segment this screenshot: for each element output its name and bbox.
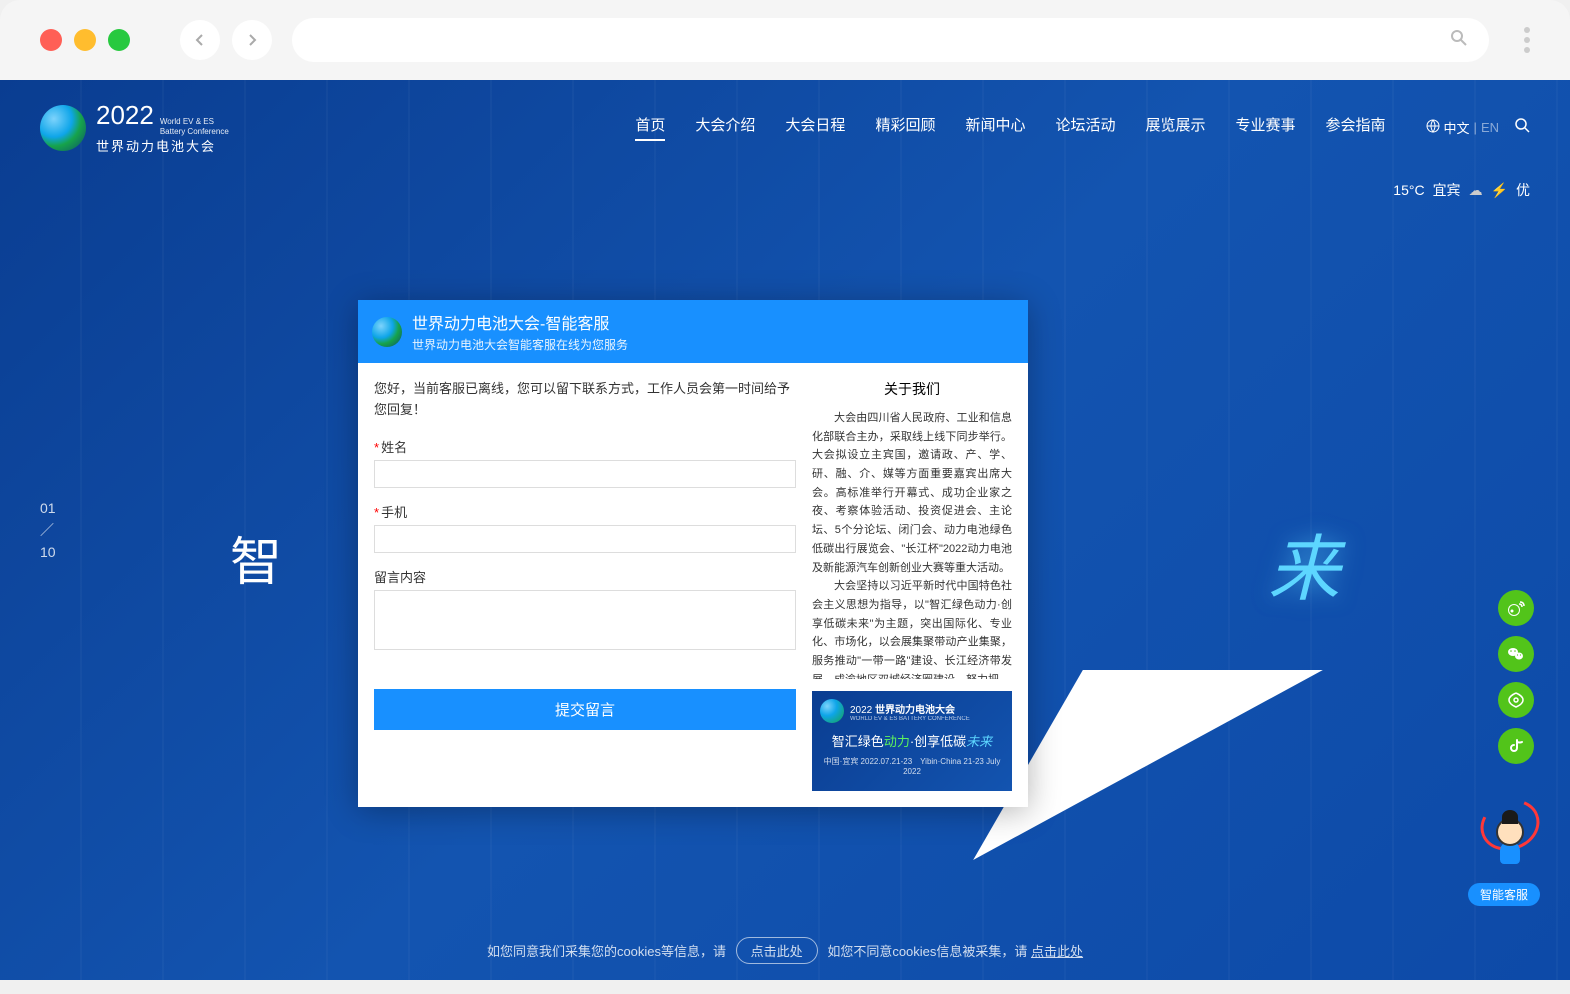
wechat-icon[interactable]	[1498, 636, 1534, 672]
weather-widget: 15°C 宜宾 ☁ ⚡ 优	[1393, 180, 1530, 200]
nav-schedule[interactable]: 大会日程	[785, 114, 845, 141]
logo-year: 2022	[96, 100, 154, 131]
nav-exhibition[interactable]: 展览展示	[1145, 114, 1205, 141]
cookie-accept-button[interactable]: 点击此处	[736, 937, 818, 964]
about-sidebar: 关于我们 大会由四川省人民政府、工业和信息化部联合主办，采取线上线下同步举行。大…	[812, 379, 1012, 791]
chat-trigger-button[interactable]: 智能客服	[1468, 883, 1540, 906]
url-bar[interactable]	[292, 18, 1489, 62]
slide-current: 01	[40, 500, 56, 516]
maximize-window-icon[interactable]	[108, 29, 130, 51]
browser-menu-icon[interactable]	[1524, 27, 1530, 53]
label-message: 留言内容	[374, 567, 796, 586]
hero-text-left: 智	[230, 520, 282, 595]
weather-temp: 15°C	[1393, 182, 1424, 198]
minimize-window-icon[interactable]	[74, 29, 96, 51]
weibo-icon[interactable]	[1498, 590, 1534, 626]
header-search-icon[interactable]	[1514, 117, 1530, 138]
nav-news[interactable]: 新闻中心	[965, 114, 1025, 141]
logo-orb-icon	[40, 105, 86, 151]
about-title: 关于我们	[812, 379, 1012, 399]
logo-cn: 世界动力电池大会	[96, 136, 229, 155]
weather-quality: 优	[1516, 180, 1530, 200]
search-icon	[1449, 28, 1469, 53]
promo-date: 中国·宜宾 2022.07.21-23 Yibin·China 21-23 Ju…	[820, 756, 1004, 776]
forward-button[interactable]	[232, 20, 272, 60]
logo-en: World EV & ESBattery Conference	[160, 117, 229, 136]
modal-logo-icon	[372, 317, 402, 347]
logo[interactable]: 2022 World EV & ESBattery Conference 世界动…	[40, 100, 229, 155]
cookie-text-2: 如您不同意cookies信息被采集，请	[827, 944, 1027, 959]
cookie-bar: 如您同意我们采集您的cookies等信息，请 点击此处 如您不同意cookies…	[0, 937, 1570, 964]
weather-city: 宜宾	[1433, 180, 1461, 200]
about-body: 大会由四川省人民政府、工业和信息化部联合主办，采取线上线下同步举行。大会拟设立主…	[812, 409, 1012, 679]
language-switch[interactable]: 中文 | EN	[1426, 118, 1499, 137]
nav-intro[interactable]: 大会介绍	[695, 114, 755, 141]
social-sidebar	[1498, 590, 1534, 764]
site-header: 2022 World EV & ESBattery Conference 世界动…	[0, 80, 1570, 175]
app-icon[interactable]	[1498, 682, 1534, 718]
douyin-icon[interactable]	[1498, 728, 1534, 764]
cookie-decline-link[interactable]: 点击此处	[1031, 944, 1083, 959]
promo-logo-icon	[820, 699, 844, 723]
lightning-icon: ⚡	[1491, 182, 1508, 199]
traffic-lights	[40, 29, 130, 51]
hero-text-right: 来	[1268, 510, 1340, 615]
cookie-text-1: 如您同意我们采集您的cookies等信息，请	[487, 944, 726, 959]
form-intro: 您好，当前客服已离线，您可以留下联系方式，工作人员会第一时间给予您回复！	[374, 379, 796, 421]
contact-form: 您好，当前客服已离线，您可以留下联系方式，工作人员会第一时间给予您回复！ *姓名…	[374, 379, 796, 791]
submit-button[interactable]: 提交留言	[374, 689, 796, 730]
label-name: *姓名	[374, 437, 796, 456]
phone-input[interactable]	[374, 525, 796, 553]
slide-counter: 01 ／ 10	[40, 500, 56, 560]
message-input[interactable]	[374, 590, 796, 650]
lang-en: EN	[1481, 120, 1499, 135]
promo-slogan: 智汇绿色动力·创享低碳未来	[820, 731, 1004, 750]
nav-forum[interactable]: 论坛活动	[1055, 114, 1115, 141]
cloud-icon: ☁	[1469, 182, 1483, 199]
back-button[interactable]	[180, 20, 220, 60]
close-window-icon[interactable]	[40, 29, 62, 51]
promo-banner: 2022 世界动力电池大会 WORLD EV & ES BATTERY CONF…	[812, 691, 1012, 791]
main-nav: 首页 大会介绍 大会日程 精彩回顾 新闻中心 论坛活动 展览展示 专业赛事 参会…	[635, 114, 1385, 141]
label-phone: *手机	[374, 502, 796, 521]
name-input[interactable]	[374, 460, 796, 488]
browser-chrome	[0, 0, 1570, 80]
lang-zh: 中文	[1444, 118, 1470, 137]
modal-subtitle: 世界动力电池大会智能客服在线为您服务	[412, 336, 628, 353]
nav-competition[interactable]: 专业赛事	[1236, 114, 1296, 141]
globe-icon	[1426, 119, 1440, 136]
nav-guide[interactable]: 参会指南	[1326, 114, 1386, 141]
chat-modal: 世界动力电池大会-智能客服 世界动力电池大会智能客服在线为您服务 您好，当前客服…	[358, 300, 1028, 807]
nav-home[interactable]: 首页	[635, 114, 665, 141]
mascot-icon[interactable]	[1480, 800, 1540, 880]
slide-total: 10	[40, 544, 56, 560]
nav-highlights[interactable]: 精彩回顾	[875, 114, 935, 141]
modal-title: 世界动力电池大会-智能客服	[412, 310, 628, 334]
page-content: 2022 World EV & ESBattery Conference 世界动…	[0, 80, 1570, 980]
modal-header: 世界动力电池大会-智能客服 世界动力电池大会智能客服在线为您服务	[358, 300, 1028, 363]
